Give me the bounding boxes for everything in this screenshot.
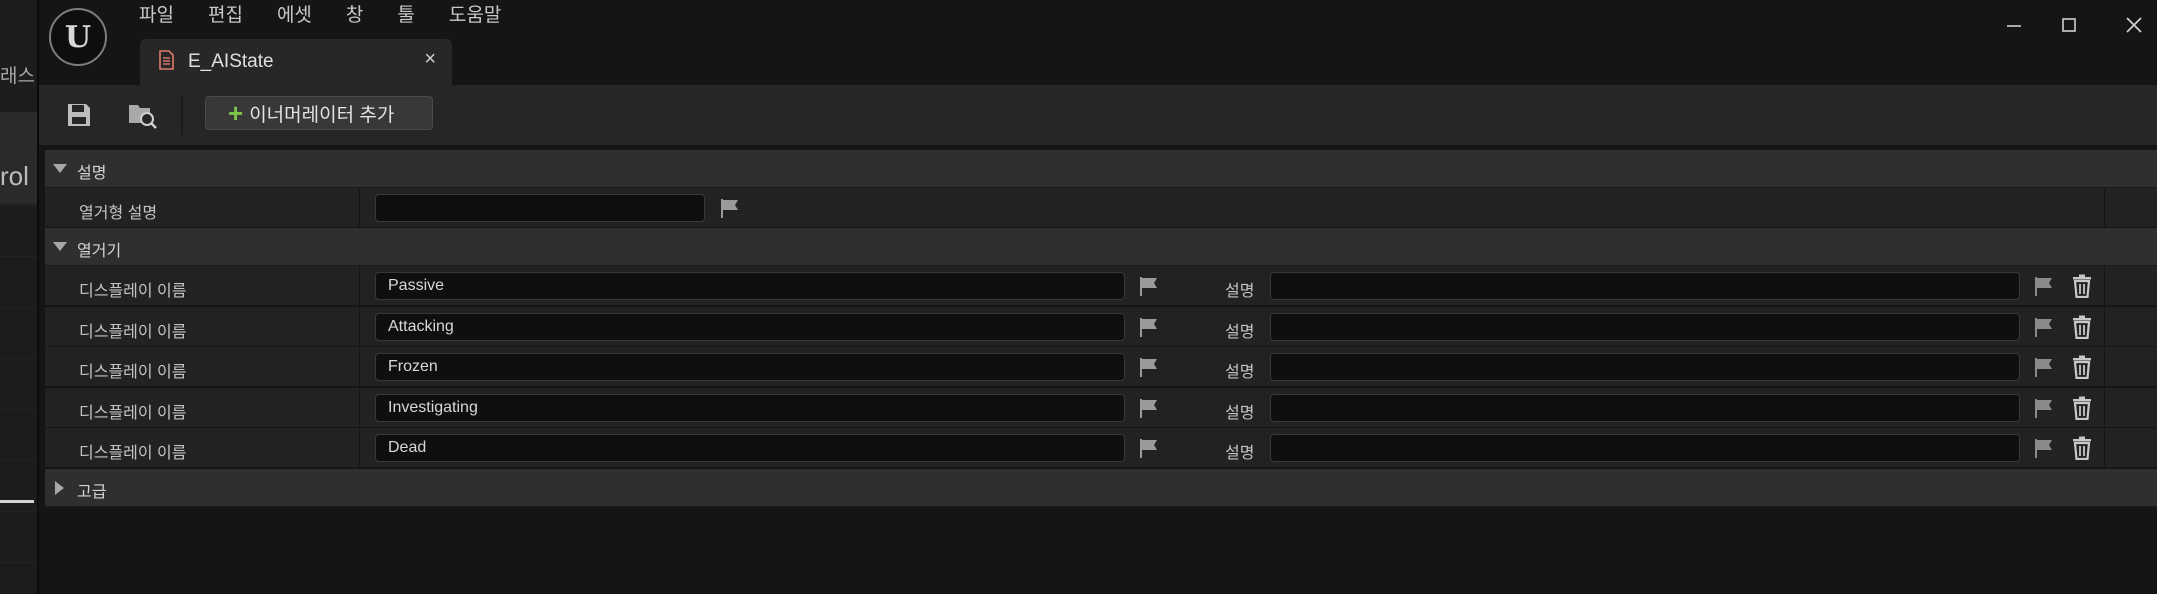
flag-icon[interactable] xyxy=(2033,356,2055,378)
display-name-field[interactable] xyxy=(375,434,1125,462)
flag-icon[interactable] xyxy=(1138,316,1160,338)
description-label: 설명 xyxy=(1225,324,1255,341)
description-label: 설명 xyxy=(1225,445,1255,462)
display-name-field[interactable] xyxy=(375,353,1125,381)
tab-e-aistate[interactable]: E_AIState × xyxy=(140,39,452,85)
display-name-label: 디스플레이 이름 xyxy=(79,445,187,462)
enum-asset-icon xyxy=(159,50,174,70)
background-grid xyxy=(0,205,37,594)
menu-tools[interactable]: 툴 xyxy=(397,2,432,30)
flag-icon[interactable] xyxy=(1138,356,1160,378)
description-label: 설명 xyxy=(1225,283,1255,300)
menu-file[interactable]: 파일 xyxy=(139,2,192,30)
description-label: 설명 xyxy=(1225,405,1255,422)
column-divider xyxy=(2104,388,2105,427)
trash-icon[interactable] xyxy=(2071,436,2093,460)
description-label: 설명 xyxy=(1225,364,1255,381)
description-field[interactable] xyxy=(1270,394,2020,422)
flag-icon[interactable] xyxy=(1138,437,1160,459)
background-line xyxy=(0,500,34,503)
flag-icon[interactable] xyxy=(2033,316,2055,338)
menu-bar: 파일 편집 에셋 창 툴 도움말 xyxy=(139,2,535,30)
description-field[interactable] xyxy=(1270,313,2020,341)
collapse-arrow-icon xyxy=(55,481,64,495)
enum-editor-window: U 파일 편집 에셋 창 툴 도움말 E_AIState × + 이너머레이터 … xyxy=(39,0,2157,594)
display-name-field[interactable] xyxy=(375,272,1125,300)
tab-title: E_AIState xyxy=(188,51,274,72)
display-name-field[interactable] xyxy=(375,313,1125,341)
flag-icon[interactable] xyxy=(2033,437,2055,459)
trash-icon[interactable] xyxy=(2071,396,2093,420)
description-field[interactable] xyxy=(1270,272,2020,300)
category-advanced-header[interactable]: 고급 xyxy=(45,469,2157,507)
background-text: 래스 xyxy=(0,66,35,87)
category-label: 고급 xyxy=(77,484,107,501)
details-panel: 설명 열거형 설명 열거기 디스플레이 이름 설명 xyxy=(45,150,2157,594)
unreal-logo-icon[interactable]: U xyxy=(49,8,107,66)
description-field[interactable] xyxy=(1270,353,2020,381)
add-enumerator-label: 이너머레이터 추가 xyxy=(249,104,395,126)
maximize-icon[interactable] xyxy=(2054,10,2084,40)
display-name-field[interactable] xyxy=(375,394,1125,422)
menu-window[interactable]: 창 xyxy=(346,2,381,30)
column-divider xyxy=(2104,347,2105,386)
background-text: rol xyxy=(0,161,29,191)
trash-icon[interactable] xyxy=(2071,315,2093,339)
trash-icon[interactable] xyxy=(2071,355,2093,379)
enumerator-row: 디스플레이 이름 설명 xyxy=(45,388,2157,428)
display-name-label: 디스플레이 이름 xyxy=(79,405,187,422)
name-cell: 디스플레이 이름 xyxy=(45,266,360,305)
column-divider xyxy=(2104,266,2105,305)
minimize-icon[interactable] xyxy=(1999,10,2029,40)
column-divider xyxy=(2104,307,2105,346)
display-name-label: 디스플레이 이름 xyxy=(79,324,187,341)
category-description-header[interactable]: 설명 xyxy=(45,150,2157,188)
name-cell: 디스플레이 이름 xyxy=(45,307,360,346)
flag-icon[interactable] xyxy=(719,197,741,219)
enumerator-row: 디스플레이 이름 설명 xyxy=(45,428,2157,468)
description-field[interactable] xyxy=(1270,434,2020,462)
enum-description-field[interactable] xyxy=(375,194,705,222)
column-divider xyxy=(2104,428,2105,467)
flag-icon[interactable] xyxy=(2033,275,2055,297)
name-cell: 디스플레이 이름 xyxy=(45,428,360,467)
enumerator-row: 디스플레이 이름 설명 xyxy=(45,266,2157,306)
enum-description-row: 열거형 설명 xyxy=(45,188,2157,228)
enumerator-row: 디스플레이 이름 설명 xyxy=(45,347,2157,387)
name-cell: 디스플레이 이름 xyxy=(45,347,360,386)
name-cell: 디스플레이 이름 xyxy=(45,388,360,427)
plus-icon: + xyxy=(228,98,244,128)
category-enumerators-header[interactable]: 열거기 xyxy=(45,228,2157,266)
background-editor-sliver: 래스 rol xyxy=(0,0,39,594)
flag-icon[interactable] xyxy=(2033,397,2055,419)
tab-close-button[interactable]: × xyxy=(424,48,436,71)
name-cell: 열거형 설명 xyxy=(45,188,360,227)
menu-asset[interactable]: 에셋 xyxy=(277,2,330,30)
row-label: 열거형 설명 xyxy=(79,205,158,222)
menu-help[interactable]: 도움말 xyxy=(449,2,519,30)
enumerator-row: 디스플레이 이름 설명 xyxy=(45,307,2157,347)
trash-icon[interactable] xyxy=(2071,274,2093,298)
column-divider xyxy=(2104,188,2105,227)
expand-arrow-icon xyxy=(53,164,67,173)
save-icon[interactable] xyxy=(59,97,99,133)
toolbar-separator xyxy=(181,95,183,135)
toolbar: + 이너머레이터 추가 xyxy=(39,85,2157,145)
browse-asset-icon[interactable] xyxy=(123,97,163,133)
expand-arrow-icon xyxy=(53,242,67,251)
flag-icon[interactable] xyxy=(1138,397,1160,419)
category-label: 설명 xyxy=(77,165,107,182)
display-name-label: 디스플레이 이름 xyxy=(79,364,187,381)
menu-edit[interactable]: 편집 xyxy=(208,2,261,30)
add-enumerator-button[interactable]: + 이너머레이터 추가 xyxy=(205,96,433,130)
category-label: 열거기 xyxy=(77,243,122,260)
close-icon[interactable] xyxy=(2119,10,2149,40)
title-bar: U 파일 편집 에셋 창 툴 도움말 E_AIState × xyxy=(39,0,2157,85)
display-name-label: 디스플레이 이름 xyxy=(79,283,187,300)
flag-icon[interactable] xyxy=(1138,275,1160,297)
